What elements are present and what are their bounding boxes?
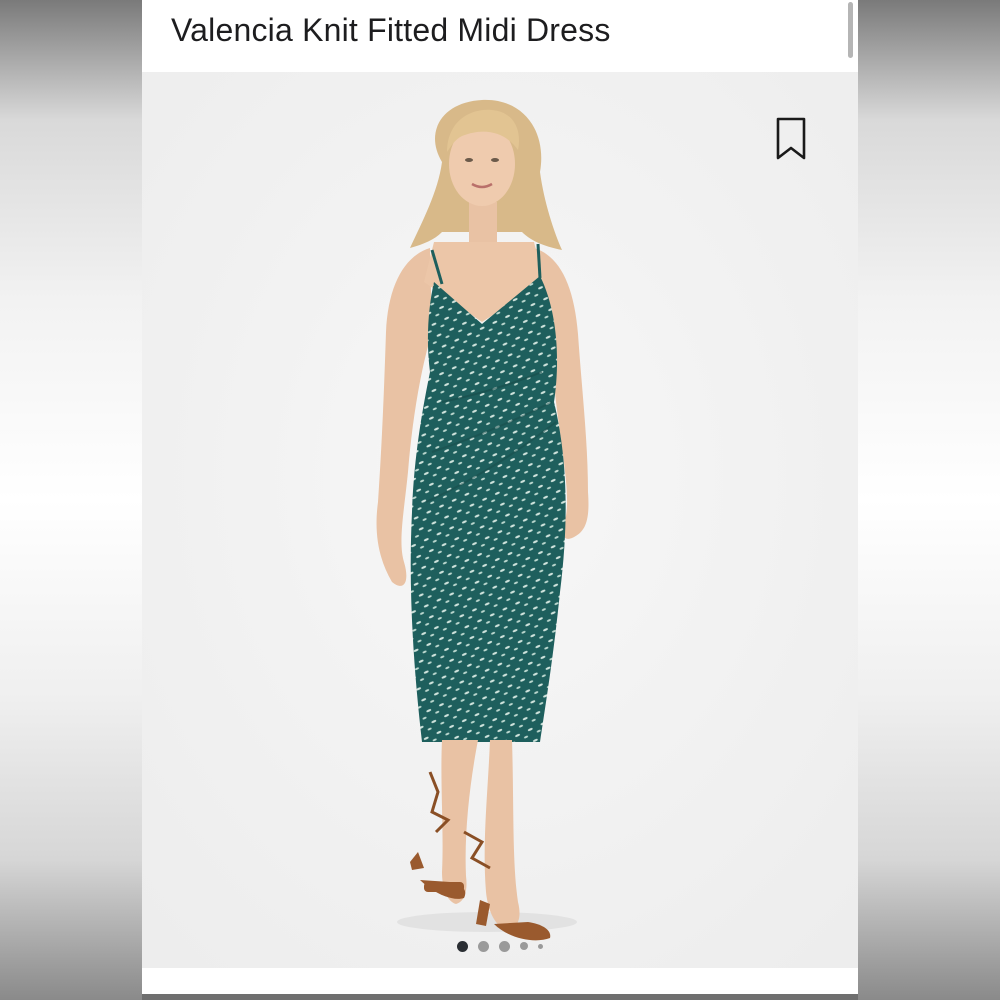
bookmark-icon[interactable] (774, 116, 808, 162)
background-right-margin (858, 0, 1000, 1000)
gallery-pagination (142, 940, 858, 952)
gallery-dot-1[interactable] (457, 940, 468, 952)
gallery-dot-4[interactable] (520, 942, 528, 950)
scrollbar[interactable] (848, 2, 853, 58)
gallery-dot-5[interactable] (538, 943, 543, 949)
background-left-margin (0, 0, 142, 1000)
title-bar: Valencia Knit Fitted Midi Dress (142, 0, 858, 72)
gallery-dot-3[interactable] (499, 940, 510, 952)
bottom-edge (142, 994, 858, 1000)
gallery-dot-2[interactable] (478, 940, 489, 952)
product-image-gallery[interactable] (142, 72, 858, 968)
product-title: Valencia Knit Fitted Midi Dress (171, 12, 611, 48)
app-screen: Valencia Knit Fitted Midi Dress (142, 0, 858, 1000)
product-photo[interactable] (142, 72, 858, 968)
